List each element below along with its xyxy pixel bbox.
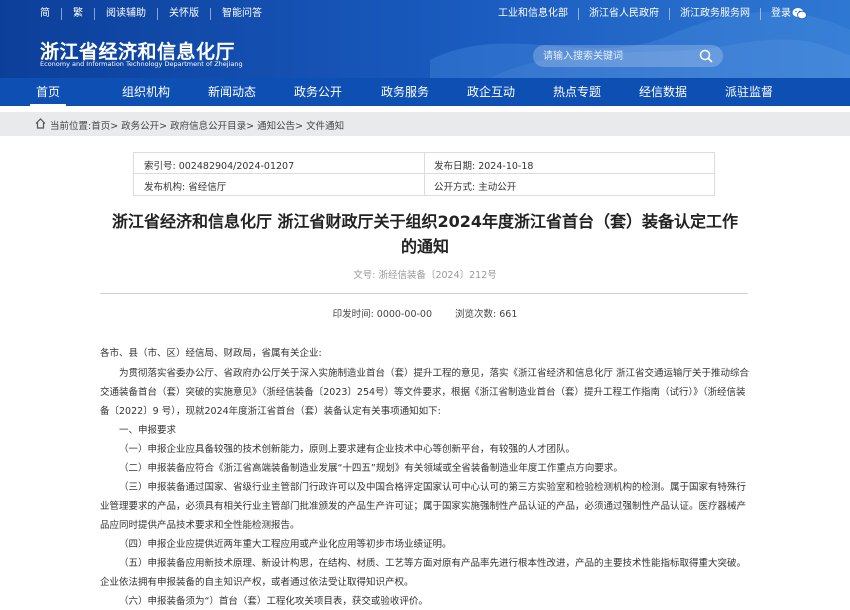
meta-pub-date: 发布日期: 2024-10-18 <box>434 161 534 172</box>
intro-paragraph: 为贯彻落实省委办公厅、省政府办公厅关于深入实施制造业首台（套）提升工程的意见，落… <box>100 368 750 417</box>
breadcrumb: 当前位置:首页> 政务公开> 政府信息公开目录> 通知公告> 文件通知 <box>0 112 850 136</box>
accessibility-links: 简 繁 阅读辅助 关怀版 智能问答 <box>30 8 273 20</box>
title-divider <box>100 293 748 294</box>
site-subtitle: Economy and Information Technology Depar… <box>40 60 243 68</box>
title-line-2: 的通知 <box>400 237 449 256</box>
meta-disclosure: 公开方式: 主动公开 <box>434 182 517 193</box>
zj-gov-link[interactable]: 浙江省人民政府 <box>579 8 670 20</box>
meta-issuer: 发布机构: 省经信厅 <box>144 182 227 193</box>
breadcrumb-notices[interactable]: 通知公告> <box>257 118 303 132</box>
nav-gov-affairs[interactable]: 政务公开 <box>289 78 347 106</box>
reading-aid-link[interactable]: 阅读辅助 <box>95 8 158 20</box>
search-input[interactable] <box>543 48 693 64</box>
smart-qa-link[interactable]: 智能问答 <box>211 8 273 20</box>
breadcrumb-catalog[interactable]: 政府信息公开目录> <box>170 118 254 132</box>
document-meta-table: 索引号: 002482904/2024-01207 发布日期: 2024-10-… <box>133 152 715 196</box>
care-version-link[interactable]: 关怀版 <box>158 8 211 20</box>
miit-link[interactable]: 工业和信息化部 <box>488 8 579 20</box>
nav-gov-services[interactable]: 政务服务 <box>376 78 434 106</box>
salutation: 各市、县（市、区）经信局、财政局，省属有关企业: <box>100 348 322 359</box>
nav-supervision[interactable]: 派驻监督 <box>720 78 778 106</box>
home-icon <box>35 118 46 129</box>
traditional-chinese-link[interactable]: 繁 <box>62 8 95 20</box>
print-date: 印发时间: 0000-00-00 <box>332 309 433 320</box>
wechat-icon[interactable] <box>792 7 807 20</box>
breadcrumb-file-notices[interactable]: 文件通知 <box>306 118 344 132</box>
nav-home[interactable]: 首页 <box>30 78 66 106</box>
top-links-bar: 简 繁 阅读辅助 关怀版 智能问答 工业和信息化部 浙江省人民政府 浙江政务服务… <box>0 0 850 28</box>
requirement-item: （一）申报企业应具备较强的技术创新能力，原则上要求建有企业技术中心等创新平台，有… <box>119 444 576 455</box>
document-title: 浙江省经济和信息化厅 浙江省财政厅关于组织2024年度浙江省首台（套）装备认定工… <box>100 209 750 259</box>
simplified-chinese-link[interactable]: 简 <box>30 8 62 20</box>
document-number: 文号: 浙经信装备〔2024〕212号 <box>353 270 497 281</box>
requirement-item: （二）申报装备应符合《浙江省高端装备制造业发展“十四五”规划》有关领域或全省装备… <box>119 463 623 474</box>
section-heading: 一、申报要求 <box>119 425 177 436</box>
nav-interaction[interactable]: 政企互动 <box>462 78 520 106</box>
meta-row: 发布机构: 省经信厅 公开方式: 主动公开 <box>134 174 714 195</box>
requirement-item: （四）申报企业应提供近两年重大工程应用或产业化应用等初步市场业绩证明。 <box>119 539 452 550</box>
requirement-item: （六）申报装备须为“）首台（套）工程化攻关项目表，获交或验收评价。 <box>119 596 428 607</box>
breadcrumb-items: 当前位置:首页> 政务公开> 政府信息公开目录> 通知公告> 文件通知 <box>50 118 347 132</box>
search-icon[interactable] <box>699 49 713 63</box>
publish-info: 印发时间: 0000-00-00 浏览次数: 661 <box>100 306 750 320</box>
view-count: 浏览次数: 661 <box>455 309 518 320</box>
nav-topics[interactable]: 热点专题 <box>548 78 606 106</box>
breadcrumb-gov-affairs[interactable]: 政务公开> <box>121 118 167 132</box>
nav-news[interactable]: 新闻动态 <box>203 78 261 106</box>
document-body: 各市、县（市、区）经信局、财政局，省属有关企业: 为贯彻落实省委办公厅、省政府办… <box>100 344 750 610</box>
requirement-item: （五）申报装备应用新技术原理、新设计构思，在结构、材质、工艺等方面对原有产品率先… <box>100 558 747 588</box>
search-box <box>533 45 723 67</box>
meta-index-no: 索引号: 002482904/2024-01207 <box>144 161 295 172</box>
meta-row: 索引号: 002482904/2024-01207 发布日期: 2024-10-… <box>134 153 714 174</box>
main-nav: 首页 组织机构 新闻动态 政务公开 政务服务 政企互动 热点专题 经信数据 派驻… <box>0 78 850 106</box>
breadcrumb-home[interactable]: 当前位置:首页> <box>50 118 118 132</box>
title-line-1: 浙江省经济和信息化厅 浙江省财政厅关于组织2024年度浙江省首台（套）装备认定工… <box>111 212 739 231</box>
external-links: 工业和信息化部 浙江省人民政府 浙江政务服务网 登录 <box>488 8 801 20</box>
nav-data[interactable]: 经信数据 <box>634 78 692 106</box>
requirement-item: （三）申报装备通过国家、省级行业主管部门行政许可以及中国合格评定国家认可中心认可… <box>100 482 747 531</box>
nav-organization[interactable]: 组织机构 <box>117 78 175 106</box>
site-header: 简 繁 阅读辅助 关怀版 智能问答 工业和信息化部 浙江省人民政府 浙江政务服务… <box>0 0 850 78</box>
zj-service-link[interactable]: 浙江政务服务网 <box>670 8 761 20</box>
